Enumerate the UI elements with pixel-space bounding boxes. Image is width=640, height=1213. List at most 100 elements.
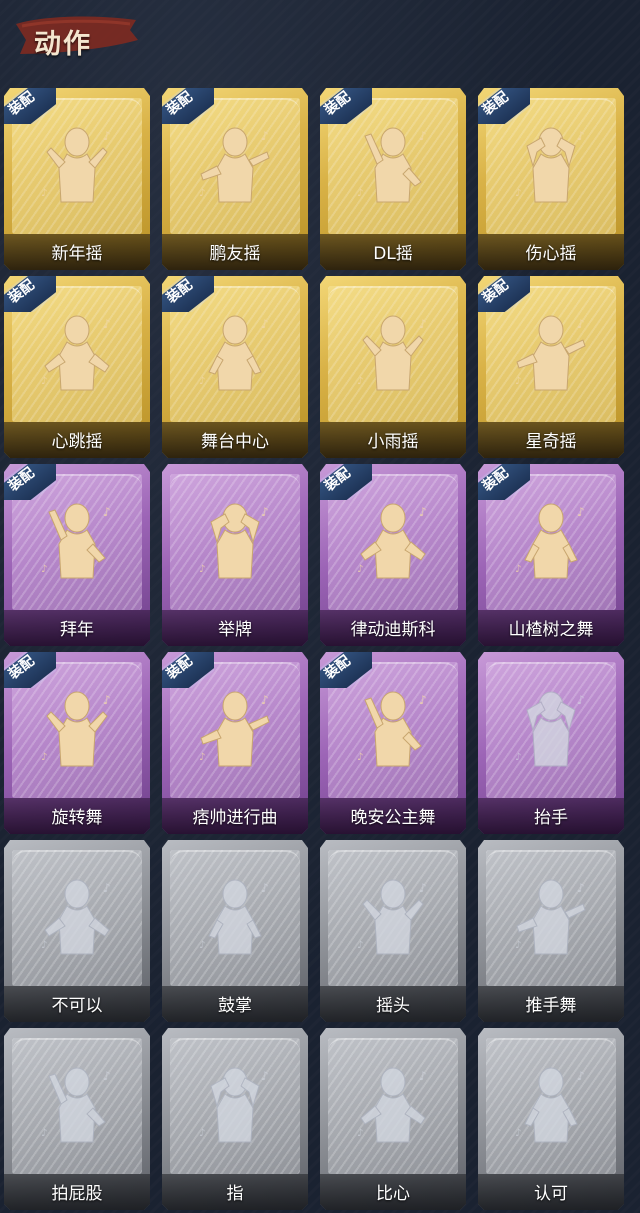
card-label: 不可以 [51,996,103,1016]
finger-heart-icon: ♪ ♪ [353,1056,433,1152]
svg-text:♪: ♪ [103,129,111,143]
equipped-badge: 装配 [478,88,530,124]
shake-head-icon: ♪ ♪ [353,868,433,964]
section-header: 动作 [12,10,140,62]
svg-text:♪: ♪ [41,940,47,951]
equipped-badge: 装配 [162,652,214,688]
no-finger-icon: ♪ ♪ [37,868,117,964]
svg-text:♪: ♪ [261,505,269,519]
svg-text:♪: ♪ [41,564,47,575]
svg-text:♪: ♪ [577,881,585,895]
action-card[interactable]: ♪ ♪ 举牌 [162,464,308,646]
svg-text:♪: ♪ [261,317,269,331]
point-icon: ♪ ♪ [195,1056,275,1152]
card-label: 痞帅进行曲 [192,808,278,828]
new-year-greeting-icon: ♪ ♪ [37,492,117,588]
action-card[interactable]: ♪ ♪ 摇头 [320,840,466,1022]
card-label: DL摇 [373,244,413,264]
svg-text:♪: ♪ [357,188,363,199]
card-label: 认可 [534,1184,568,1204]
svg-text:♪: ♪ [41,1128,47,1139]
svg-text:♪: ♪ [577,505,585,519]
svg-text:♪: ♪ [419,693,427,707]
equipped-badge: 装配 [320,652,372,688]
card-label: 旋转舞 [51,808,103,828]
raise-hand-icon: ♪ ♪ [511,680,591,776]
center-stage-icon: ♪ ♪ [195,304,275,400]
action-card[interactable]: ♪ ♪ 新年摇 装配 [4,88,150,270]
action-card[interactable]: ♪ ♪ 山楂树之舞 装配 [478,464,624,646]
svg-text:♪: ♪ [199,940,205,951]
card-label: 律动迪斯科 [350,620,436,640]
action-card[interactable]: ♪ ♪ 鹏友摇 装配 [162,88,308,270]
action-card[interactable]: ♪ ♪ 旋转舞 装配 [4,652,150,834]
svg-text:♪: ♪ [515,940,521,951]
svg-text:♪: ♪ [357,752,363,763]
svg-text:♪: ♪ [419,505,427,519]
equipped-badge: 装配 [4,464,56,500]
equipped-badge: 装配 [320,88,372,124]
svg-text:♪: ♪ [357,1128,363,1139]
cool-march-icon: ♪ ♪ [195,680,275,776]
card-label: 小雨摇 [367,432,419,452]
svg-text:♪: ♪ [261,693,269,707]
card-label: 抬手 [534,808,568,828]
svg-text:♪: ♪ [515,188,521,199]
card-label: 指 [226,1184,244,1204]
hold-sign-icon: ♪ ♪ [195,492,275,588]
equipped-badge: 装配 [478,276,530,312]
star-shake-icon: ♪ ♪ [511,304,591,400]
action-card[interactable]: ♪ ♪ 拜年 装配 [4,464,150,646]
svg-text:♪: ♪ [199,188,205,199]
svg-text:♪: ♪ [103,505,111,519]
action-card[interactable]: ♪ ♪ 拍屁股 [4,1028,150,1210]
spin-dance-icon: ♪ ♪ [37,680,117,776]
action-card[interactable]: ♪ ♪ 律动迪斯科 装配 [320,464,466,646]
action-card[interactable]: ♪ ♪ 伤心摇 装配 [478,88,624,270]
action-card[interactable]: ♪ ♪ 推手舞 [478,840,624,1022]
svg-text:♪: ♪ [199,752,205,763]
clap-icon: ♪ ♪ [195,868,275,964]
pat-butt-icon: ♪ ♪ [37,1056,117,1152]
svg-text:♪: ♪ [515,376,521,387]
svg-text:♪: ♪ [357,564,363,575]
action-card[interactable]: ♪ ♪ 不可以 [4,840,150,1022]
svg-text:♪: ♪ [357,376,363,387]
light-rain-shake-icon: ♪ ♪ [353,304,433,400]
equipped-badge: 装配 [4,652,56,688]
equipped-badge: 装配 [4,276,56,312]
equipped-badge: 装配 [478,464,530,500]
friend-shake-icon: ♪ ♪ [195,116,275,212]
action-card[interactable]: ♪ ♪ 比心 [320,1028,466,1210]
svg-text:♪: ♪ [577,129,585,143]
action-card[interactable]: ♪ ♪ 抬手 [478,652,624,834]
disco-icon: ♪ ♪ [353,492,433,588]
card-label: 新年摇 [51,244,103,264]
action-card[interactable]: ♪ ♪ 心跳摇 装配 [4,276,150,458]
card-label: 山楂树之舞 [508,620,594,640]
svg-text:♪: ♪ [261,129,269,143]
svg-text:♪: ♪ [419,129,427,143]
svg-text:♪: ♪ [41,376,47,387]
action-card[interactable]: ♪ ♪ 认可 [478,1028,624,1210]
action-card[interactable]: ♪ ♪ 痞帅进行曲 装配 [162,652,308,834]
action-card[interactable]: ♪ ♪ 指 [162,1028,308,1210]
svg-text:♪: ♪ [419,1069,427,1083]
card-label: 比心 [376,1184,410,1204]
svg-text:♪: ♪ [41,188,47,199]
card-label: 舞台中心 [201,432,269,452]
action-card[interactable]: ♪ ♪ 舞台中心 装配 [162,276,308,458]
action-card[interactable]: ♪ ♪ 晚安公主舞 装配 [320,652,466,834]
action-card[interactable]: ♪ ♪ 小雨摇 [320,276,466,458]
card-label: 拍屁股 [51,1184,103,1204]
action-card[interactable]: ♪ ♪ 星奇摇 装配 [478,276,624,458]
hawthorn-dance-icon: ♪ ♪ [511,492,591,588]
card-label: 拜年 [60,620,94,640]
page-title: 动作 [34,29,92,60]
card-label: 举牌 [218,620,252,640]
card-label: 摇头 [376,996,410,1016]
action-card[interactable]: ♪ ♪ DL摇 装配 [320,88,466,270]
svg-text:♪: ♪ [261,1069,269,1083]
heartbreak-shake-icon: ♪ ♪ [511,116,591,212]
action-card[interactable]: ♪ ♪ 鼓掌 [162,840,308,1022]
